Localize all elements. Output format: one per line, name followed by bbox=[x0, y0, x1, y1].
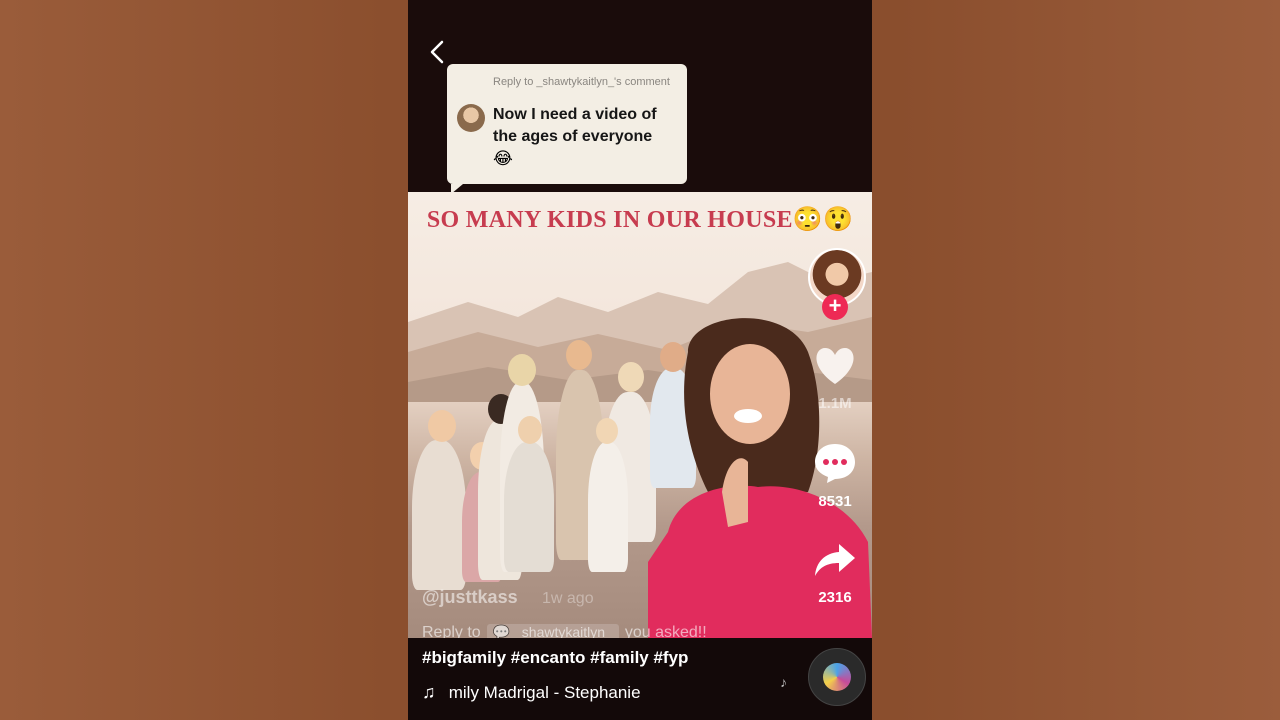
post-time: 1w ago bbox=[542, 590, 594, 607]
video-frame[interactable]: SO MANY KIDS IN OUR HOUSE😳😲 bbox=[408, 192, 872, 638]
follow-plus-icon[interactable]: + bbox=[822, 294, 848, 320]
floating-music-note-icon: ♪ bbox=[780, 674, 787, 690]
music-disc[interactable] bbox=[808, 648, 866, 706]
video-overlay-title: SO MANY KIDS IN OUR HOUSE😳😲 bbox=[426, 207, 854, 233]
like-button[interactable]: 1.1M bbox=[804, 346, 866, 412]
music-note-icon: ♫ bbox=[422, 682, 436, 702]
reply-to-label: Reply to _shawtykaitlyn_'s comment bbox=[493, 76, 670, 88]
comment-count: 8531 bbox=[818, 493, 852, 510]
creator-username[interactable]: @justtkass bbox=[422, 587, 518, 608]
hashtags[interactable]: #bigfamily #encanto #family #fyp bbox=[422, 648, 688, 668]
share-button[interactable]: 2316 bbox=[804, 540, 866, 606]
back-chevron-icon[interactable] bbox=[426, 38, 448, 66]
reply-comment-bubble[interactable]: Reply to _shawtykaitlyn_'s comment Now I… bbox=[447, 64, 687, 194]
like-count: 1.1M bbox=[818, 395, 852, 412]
share-arrow-icon bbox=[815, 544, 855, 576]
commenter-avatar[interactable] bbox=[457, 104, 485, 132]
comment-bubble-icon bbox=[815, 444, 855, 483]
video-player[interactable]: Reply to _shawtykaitlyn_'s comment Now I… bbox=[408, 0, 872, 720]
comment-button[interactable]: 8531 bbox=[804, 442, 866, 510]
heart-icon bbox=[816, 348, 854, 384]
music-track-name: mily Madrigal - Stephanie bbox=[448, 683, 641, 702]
music-disc-artwork bbox=[823, 663, 851, 691]
laughing-emoji: 😂 bbox=[493, 149, 513, 168]
share-count: 2316 bbox=[818, 589, 852, 606]
reply-comment-text: Now I need a video of the ages of everyo… bbox=[493, 106, 657, 145]
music-track[interactable]: ♫ mily Madrigal - Stephanie bbox=[422, 682, 641, 703]
